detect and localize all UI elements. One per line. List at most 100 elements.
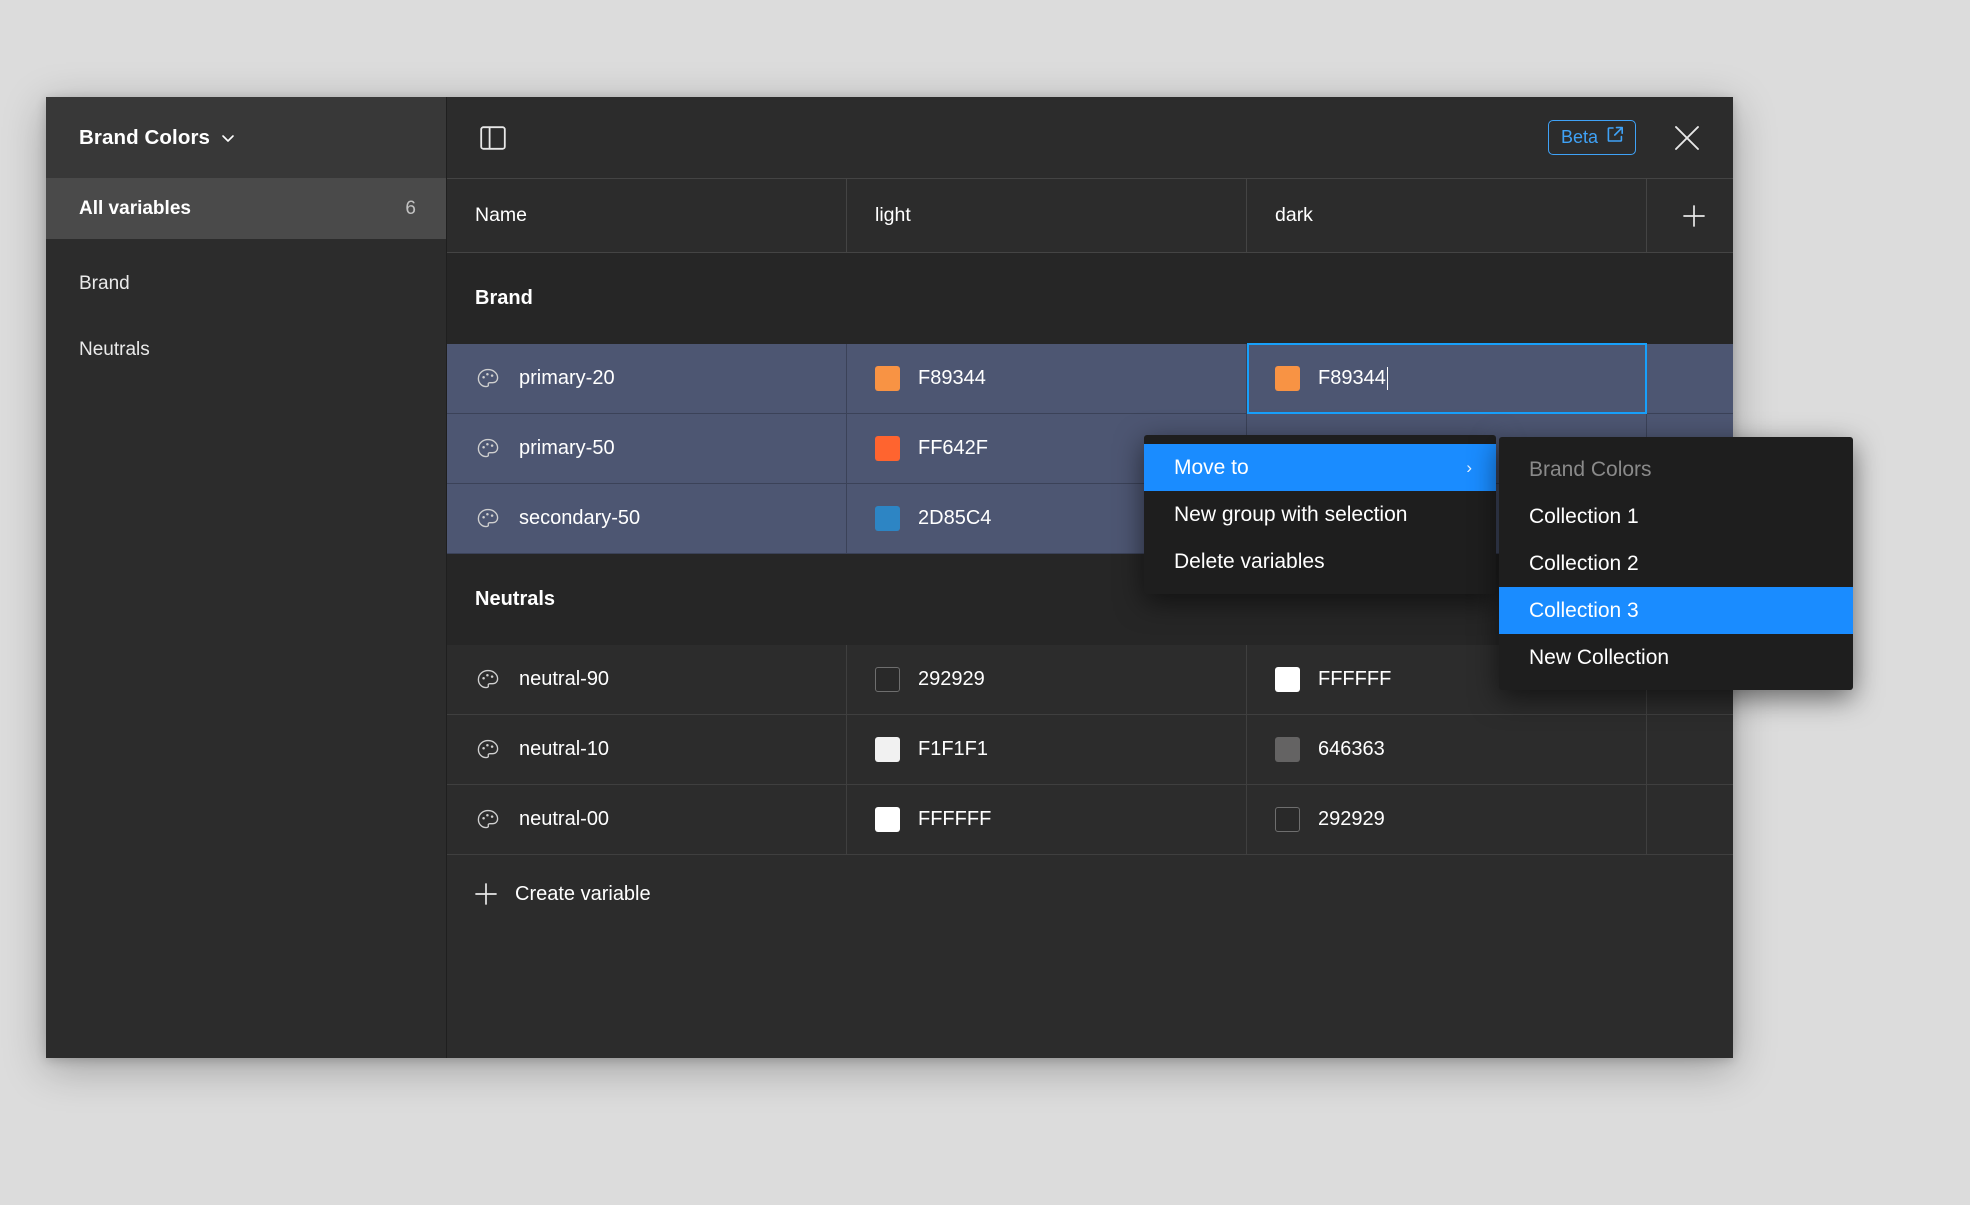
submenu-item-new-collection[interactable]: New Collection	[1499, 634, 1853, 681]
cell-extra[interactable]	[1647, 715, 1733, 784]
context-menu-item-label: New group with selection	[1174, 502, 1408, 526]
variable-name: primary-20	[519, 367, 615, 389]
cell-name[interactable]: primary-50	[447, 414, 847, 483]
sidebar: Brand Colors All variables 6 Brand Neutr…	[46, 97, 446, 1058]
external-link-icon	[1607, 126, 1624, 148]
submenu-item-label: New Collection	[1529, 645, 1670, 669]
group-header-brand[interactable]: Brand	[447, 253, 1733, 344]
sidebar-item-all-variables[interactable]: All variables 6	[46, 178, 446, 239]
palette-icon	[475, 667, 501, 693]
create-variable-button[interactable]: Create variable	[447, 855, 1733, 933]
color-swatch[interactable]	[875, 737, 900, 762]
sidebar-item-label: All variables	[79, 197, 191, 219]
column-header-light[interactable]: light	[847, 179, 1247, 252]
color-swatch[interactable]	[875, 506, 900, 531]
sidebar-item-count: 6	[405, 197, 416, 219]
context-menu-item-new-group[interactable]: New group with selection	[1144, 491, 1496, 538]
context-submenu: Brand Colors Collection 1 Collection 2 C…	[1499, 437, 1853, 690]
toolbar: Beta	[447, 97, 1733, 178]
column-header-add	[1647, 179, 1733, 252]
color-swatch[interactable]	[1275, 366, 1300, 391]
color-swatch[interactable]	[1275, 807, 1300, 832]
cell-name[interactable]: neutral-00	[447, 785, 847, 854]
variable-name: neutral-00	[519, 808, 610, 830]
column-header-name[interactable]: Name	[447, 179, 847, 252]
cell-dark[interactable]: 292929	[1247, 785, 1647, 854]
screen: Brand Colors All variables 6 Brand Neutr…	[0, 0, 1970, 1205]
color-swatch[interactable]	[875, 436, 900, 461]
color-value: 2D85C4	[918, 507, 992, 529]
context-menu-item-label: Move to	[1174, 455, 1249, 479]
sidebar-item-label: Brand	[79, 273, 130, 294]
sidebar-toggle-icon[interactable]	[475, 120, 511, 156]
color-swatch[interactable]	[875, 366, 900, 391]
cell-name[interactable]: neutral-10	[447, 715, 847, 784]
context-menu-item-label: Delete variables	[1174, 549, 1325, 573]
beta-badge-button[interactable]: Beta	[1547, 120, 1636, 155]
color-value: FFFFFF	[918, 808, 992, 830]
context-menu: Move to › New group with selection Delet…	[1144, 435, 1496, 594]
color-swatch[interactable]	[1275, 667, 1300, 692]
variable-name: neutral-10	[519, 738, 610, 760]
table-row[interactable]: neutral-00 FFFFFF 292929	[447, 785, 1733, 855]
palette-icon	[475, 366, 501, 392]
variable-name: secondary-50	[519, 507, 641, 529]
cell-extra[interactable]	[1647, 344, 1733, 413]
cell-name[interactable]: primary-20	[447, 344, 847, 413]
palette-icon	[475, 436, 501, 462]
table-header-row: Name light dark	[447, 178, 1733, 253]
cell-light[interactable]: 292929	[847, 645, 1247, 714]
palette-icon	[475, 506, 501, 532]
submenu-item-collection-1[interactable]: Collection 1	[1499, 493, 1853, 540]
submenu-item-label: Collection 1	[1529, 504, 1639, 528]
chevron-down-icon[interactable]	[221, 131, 235, 145]
chevron-right-icon: ›	[1466, 457, 1472, 477]
sidebar-item-brand[interactable]: Brand	[46, 251, 446, 317]
table-filler	[447, 933, 1733, 1058]
palette-icon	[475, 737, 501, 763]
variable-name: primary-50	[519, 437, 615, 459]
sidebar-filler	[46, 383, 446, 1058]
sidebar-item-neutrals[interactable]: Neutrals	[46, 317, 446, 383]
color-value: 292929	[1318, 808, 1385, 830]
submenu-item-collection-3[interactable]: Collection 3	[1499, 587, 1853, 634]
cell-light[interactable]: F89344	[847, 344, 1247, 413]
cell-light[interactable]: F1F1F1	[847, 715, 1247, 784]
submenu-item-label: Collection 3	[1529, 598, 1639, 622]
color-value: FFFFFF	[1318, 668, 1392, 690]
beta-label: Beta	[1560, 126, 1598, 147]
color-value: F89344	[1318, 367, 1386, 389]
context-menu-item-delete-variables[interactable]: Delete variables	[1144, 538, 1496, 585]
table-row[interactable]: primary-20 F89344 F89344	[447, 343, 1733, 414]
color-value: 646363	[1318, 738, 1385, 760]
create-variable-label: Create variable	[515, 882, 651, 905]
color-value: F89344	[918, 367, 986, 389]
sidebar-header[interactable]: Brand Colors	[46, 97, 446, 178]
context-menu-item-move-to[interactable]: Move to ›	[1144, 444, 1496, 491]
close-icon[interactable]	[1667, 118, 1707, 158]
color-swatch[interactable]	[1275, 737, 1300, 762]
submenu-item-brand-colors: Brand Colors	[1499, 446, 1853, 493]
cell-edit-outline	[1247, 343, 1647, 414]
color-value: FF642F	[918, 437, 989, 459]
cell-name[interactable]: neutral-90	[447, 645, 847, 714]
cell-dark[interactable]: 646363	[1247, 715, 1647, 784]
collection-title: Brand Colors	[79, 125, 211, 149]
color-value: F1F1F1	[918, 738, 989, 760]
plus-icon	[473, 881, 499, 907]
column-header-dark[interactable]: dark	[1247, 179, 1647, 252]
color-swatch[interactable]	[875, 807, 900, 832]
add-column-button[interactable]	[1677, 199, 1711, 233]
text-caret	[1386, 367, 1389, 390]
cell-light[interactable]: FFFFFF	[847, 785, 1247, 854]
cell-name[interactable]: secondary-50	[447, 484, 847, 553]
submenu-item-collection-2[interactable]: Collection 2	[1499, 540, 1853, 587]
variable-name: neutral-90	[519, 668, 610, 690]
color-swatch[interactable]	[875, 667, 900, 692]
sidebar-item-label: Neutrals	[79, 339, 150, 360]
cell-dark-editing[interactable]: F89344	[1247, 343, 1647, 414]
cell-extra[interactable]	[1647, 785, 1733, 854]
table-row[interactable]: neutral-10 F1F1F1 646363	[447, 715, 1733, 785]
submenu-item-label: Collection 2	[1529, 551, 1639, 575]
